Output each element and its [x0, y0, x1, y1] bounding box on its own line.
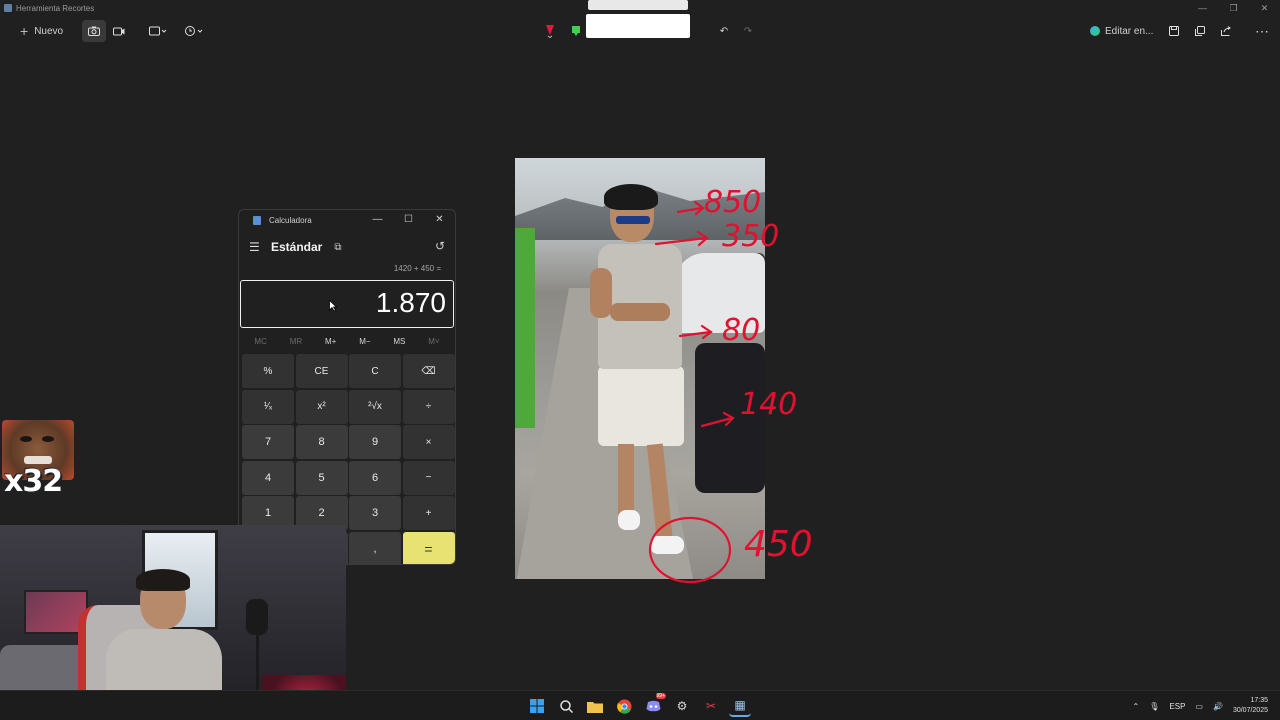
emote-overlay: x32: [0, 420, 74, 500]
equals-key[interactable]: =: [402, 531, 455, 564]
reciprocal-key[interactable]: ¹⁄ₓ: [242, 389, 294, 424]
calculator-mode: Estándar: [271, 240, 323, 254]
calculator-expression: 1420 + 450 =: [393, 264, 441, 273]
highlighter-icon[interactable]: [564, 20, 588, 42]
memory-row: MC MR M+ M− MS M˅: [239, 330, 455, 352]
clear-key[interactable]: C: [349, 354, 401, 388]
edit-in-button[interactable]: Editar en...: [1086, 20, 1157, 42]
new-button[interactable]: + Nuevo: [12, 20, 71, 42]
snipping-tool-icon: [4, 4, 12, 12]
settings-gear-icon[interactable]: ⚙: [671, 695, 693, 717]
discord-icon[interactable]: 99+: [642, 693, 666, 717]
clock-time: 17:35: [1250, 697, 1268, 704]
chrome-icon[interactable]: [613, 695, 635, 717]
file-explorer-icon[interactable]: [584, 695, 606, 717]
subtract-key[interactable]: −: [402, 460, 455, 495]
rectangle-select-icon[interactable]: [144, 20, 172, 42]
photo-person: [590, 184, 700, 554]
digit-7-key[interactable]: 7: [242, 425, 294, 459]
paint-app-icon: [1090, 26, 1100, 36]
timer-icon[interactable]: [180, 20, 208, 42]
decimal-key[interactable]: ,: [349, 531, 401, 564]
hamburger-menu-icon[interactable]: ☰: [249, 240, 265, 254]
close-icon[interactable]: ✕: [424, 210, 455, 230]
network-icon[interactable]: ▭: [1195, 702, 1203, 711]
digit-5-key[interactable]: 5: [295, 460, 348, 495]
digit-6-key[interactable]: 6: [349, 460, 401, 495]
mouse-cursor-icon: [329, 300, 337, 312]
snipping-tool-icon[interactable]: ✂: [700, 695, 722, 717]
digit-9-key[interactable]: 9: [349, 425, 401, 459]
search-icon[interactable]: [555, 695, 577, 717]
digit-4-key[interactable]: 4: [242, 460, 294, 495]
new-button-label: Nuevo: [34, 25, 64, 37]
calculator-icon[interactable]: ▦: [729, 695, 751, 717]
microphone-icon[interactable]: 🎙: [1149, 702, 1159, 711]
maximize-icon[interactable]: ☐: [393, 210, 424, 230]
emote-count: x32: [4, 464, 63, 499]
more-icon[interactable]: ⋯: [1250, 20, 1274, 42]
volume-icon[interactable]: 🔊: [1213, 702, 1223, 711]
minimize-icon[interactable]: —: [1187, 0, 1218, 16]
clock-date: 30/07/2025: [1232, 707, 1268, 714]
keep-on-top-icon[interactable]: ⧉: [334, 242, 341, 253]
calculator-header: ☰ Estándar ⧉ ↺: [239, 230, 455, 264]
calculator-window: Calculadora — ☐ ✕ ☰ Estándar ⧉ ↺ 1420 + …: [238, 209, 456, 565]
digit-8-key[interactable]: 8: [295, 425, 348, 459]
system-tray: ⌃ 🎙 ESP ▭ 🔊 17:35 30/07/2025: [1133, 691, 1268, 720]
close-icon[interactable]: ✕: [1249, 0, 1280, 16]
redaction-mark: [588, 0, 688, 10]
video-icon[interactable]: [107, 20, 131, 42]
history-icon[interactable]: ↺: [435, 239, 445, 253]
share-icon[interactable]: [1214, 20, 1238, 42]
memory-list-button[interactable]: M˅: [428, 337, 439, 346]
memory-add-button[interactable]: M+: [325, 337, 336, 346]
clock[interactable]: 17:35 30/07/2025: [1233, 696, 1268, 716]
calculator-window-controls: — ☐ ✕: [362, 210, 455, 230]
calculator-title-bar: Calculadora — ☐ ✕: [239, 210, 455, 230]
window-controls: — ❐ ✕: [1187, 0, 1280, 16]
minimize-icon[interactable]: —: [362, 210, 393, 230]
multiply-key[interactable]: ×: [402, 425, 455, 459]
photo-car: [695, 343, 765, 493]
memory-clear-button[interactable]: MC: [254, 337, 266, 346]
add-key[interactable]: +: [402, 496, 455, 530]
window-title: Herramienta Recortes: [16, 3, 95, 13]
save-icon[interactable]: [1162, 20, 1186, 42]
calculator-icon: [253, 215, 261, 225]
memory-recall-button[interactable]: MR: [290, 337, 302, 346]
chevron-up-icon[interactable]: ⌃: [1133, 702, 1140, 711]
language-indicator[interactable]: ESP: [1169, 702, 1185, 711]
edit-in-label: Editar en...: [1105, 25, 1154, 37]
redo-icon[interactable]: ↷: [736, 20, 760, 42]
plus-icon: +: [20, 23, 29, 39]
pen-icon[interactable]: [538, 20, 562, 42]
taskbar: 99+ ⚙ ✂ ▦ ⌃ 🎙 ESP ▭ 🔊 17:35 30/07/2025: [0, 690, 1280, 720]
notification-badge: 99+: [655, 693, 666, 699]
redaction-mark: [586, 14, 690, 38]
camera-icon[interactable]: [82, 20, 106, 42]
calculator-title: Calculadora: [269, 215, 312, 225]
taskbar-apps: 99+ ⚙ ✂ ▦: [526, 693, 751, 717]
copy-icon[interactable]: [1188, 20, 1212, 42]
windows-start-icon[interactable]: [526, 695, 548, 717]
clear-entry-key[interactable]: CE: [295, 354, 348, 388]
divide-key[interactable]: ÷: [402, 389, 455, 424]
digit-3-key[interactable]: 3: [349, 496, 401, 530]
memory-subtract-button[interactable]: M−: [359, 337, 370, 346]
restore-icon[interactable]: ❐: [1218, 0, 1249, 16]
backspace-key[interactable]: ⌫: [402, 354, 455, 388]
square-root-key[interactable]: ²√x: [349, 389, 401, 424]
calculator-result: 1.870: [375, 287, 446, 318]
square-key[interactable]: x²: [295, 389, 348, 424]
memory-store-button[interactable]: MS: [393, 337, 405, 346]
snip-photo: [515, 158, 765, 579]
undo-icon[interactable]: ↶: [712, 20, 736, 42]
calculator-display: 1.870: [240, 280, 454, 328]
photo-green-wall: [515, 228, 535, 428]
percent-key[interactable]: %: [242, 354, 294, 388]
